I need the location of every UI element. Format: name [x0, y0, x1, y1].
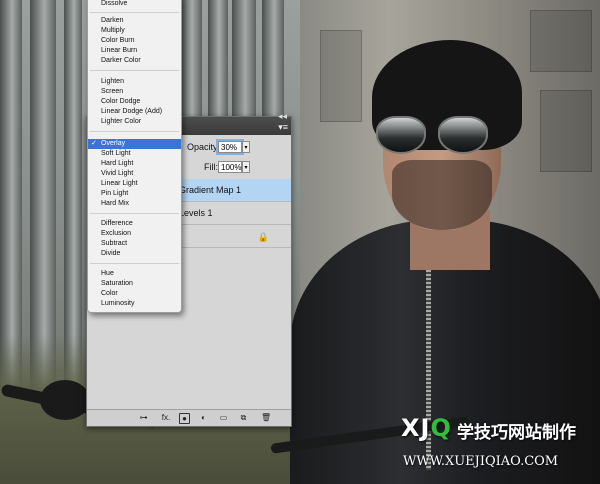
- watermark-url: WWW.XUEJIQIAO.COM: [403, 454, 559, 469]
- adjustment-icon[interactable]: ◐: [199, 413, 208, 422]
- fx-icon[interactable]: fx.: [159, 413, 173, 422]
- menu-separator: [90, 70, 179, 71]
- checkmark-icon: ✓: [91, 140, 97, 147]
- menu-item-lighter-color[interactable]: Lighter Color: [88, 117, 181, 127]
- watermark-letter: J: [420, 414, 431, 442]
- menu-item-difference[interactable]: Difference: [88, 219, 181, 229]
- menu-item-divide[interactable]: Divide: [88, 249, 181, 259]
- menu-item-exclusion[interactable]: Exclusion: [88, 229, 181, 239]
- menu-separator: [90, 12, 179, 13]
- collapse-panel-icon[interactable]: ◂◂: [278, 111, 287, 122]
- menu-item-label: Overlay: [101, 140, 126, 147]
- fill-field[interactable]: 100%: [218, 161, 242, 173]
- watermark-chinese-text: 学技巧网站制作: [457, 423, 576, 442]
- watermark-logo: XJQ: [401, 414, 452, 442]
- menu-item-lighten[interactable]: Lighten: [88, 77, 181, 87]
- menu-item-luminosity[interactable]: Luminosity: [88, 299, 181, 309]
- menu-item-overlay[interactable]: ✓ Overlay: [88, 139, 181, 149]
- mask-icon[interactable]: ●: [179, 413, 190, 424]
- watermark-letter: Q: [430, 414, 452, 442]
- panel-menu-icon[interactable]: ▾≡: [278, 122, 288, 133]
- sunglasses-lens-left: [376, 116, 426, 154]
- stone-block: [530, 10, 592, 72]
- watermark-letter: X: [401, 414, 421, 442]
- menu-item-saturation[interactable]: Saturation: [88, 279, 181, 289]
- opacity-field[interactable]: 30%: [218, 141, 242, 153]
- sunglasses-lens-right: [438, 116, 488, 154]
- menu-item-color-burn[interactable]: Color Burn: [88, 36, 181, 46]
- watermark: XJQ 学技巧网站制作 WWW.XUEJIQIAO.COM: [395, 412, 600, 484]
- stone-block: [320, 30, 362, 122]
- menu-item-linear-burn[interactable]: Linear Burn: [88, 46, 181, 56]
- menu-separator: [90, 131, 179, 132]
- fill-label: Fill:: [204, 162, 218, 172]
- menu-item-multiply[interactable]: Multiply: [88, 26, 181, 36]
- layer-name: Levels 1: [179, 208, 213, 218]
- menu-separator: [90, 263, 179, 264]
- menu-item-screen[interactable]: Screen: [88, 87, 181, 97]
- menu-item-soft-light[interactable]: Soft Light: [88, 149, 181, 159]
- menu-item-pin-light[interactable]: Pin Light: [88, 189, 181, 199]
- stone-block: [540, 90, 592, 172]
- trash-icon[interactable]: 🗑: [261, 413, 271, 422]
- panel-toolbar: ⊶ fx. ● ◐ ▭ ⧉ 🗑: [87, 409, 291, 426]
- lock-icon: 🔒: [257, 232, 269, 242]
- menu-item-hard-mix[interactable]: Hard Mix: [88, 199, 181, 209]
- menu-item-dissolve[interactable]: Dissolve: [88, 0, 181, 9]
- link-icon[interactable]: ⊶: [139, 413, 148, 422]
- menu-item-hue[interactable]: Hue: [88, 269, 181, 279]
- opacity-dropdown-arrow[interactable]: ▾: [242, 141, 250, 153]
- beard: [392, 160, 492, 230]
- menu-item-vivid-light[interactable]: Vivid Light: [88, 169, 181, 179]
- menu-item-darken[interactable]: Darken: [88, 16, 181, 26]
- group-folder-icon[interactable]: ▭: [219, 413, 228, 422]
- menu-item-color[interactable]: Color: [88, 289, 181, 299]
- menu-item-color-dodge[interactable]: Color Dodge: [88, 97, 181, 107]
- motorcycle-mirror: [40, 380, 90, 420]
- menu-item-darker-color[interactable]: Darker Color: [88, 56, 181, 66]
- menu-item-subtract[interactable]: Subtract: [88, 239, 181, 249]
- layer-name: Gradient Map 1: [179, 185, 242, 195]
- new-layer-icon[interactable]: ⧉: [239, 413, 248, 422]
- fill-dropdown-arrow[interactable]: ▾: [242, 161, 250, 173]
- menu-item-linear-light[interactable]: Linear Light: [88, 179, 181, 189]
- menu-item-hard-light[interactable]: Hard Light: [88, 159, 181, 169]
- blend-mode-menu: Dissolve Darken Multiply Color Burn Line…: [87, 0, 182, 313]
- opacity-label: Opacity:: [187, 142, 221, 152]
- menu-item-linear-dodge[interactable]: Linear Dodge (Add): [88, 107, 181, 117]
- menu-separator: [90, 213, 179, 214]
